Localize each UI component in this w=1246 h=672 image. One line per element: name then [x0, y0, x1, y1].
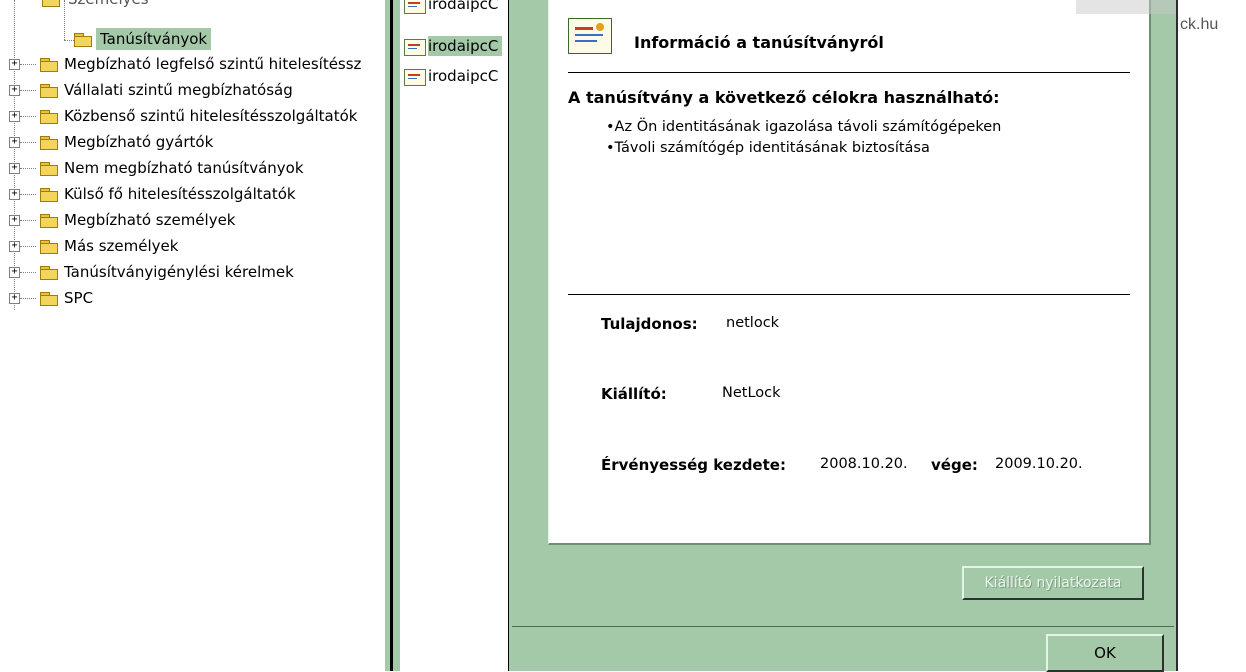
owner-value: netlock — [726, 315, 780, 331]
folder-icon — [40, 136, 58, 150]
validity-end: 2009.10.20. — [995, 456, 1083, 472]
tree-connector-line — [14, 0, 16, 310]
issuer-label: Kiállító: — [601, 385, 667, 403]
certificate-icon — [404, 0, 426, 14]
certificate-icon — [404, 39, 426, 56]
tree-connector-line — [20, 298, 36, 300]
list-item-label: irodaipcC — [428, 67, 499, 85]
tree-connector-line — [20, 246, 36, 248]
list-item-label: irodaipcC — [428, 36, 503, 56]
certificate-list: irodaipcC irodaipcC irodaipcC — [400, 0, 508, 671]
folder-icon — [40, 110, 58, 124]
folder-icon — [40, 266, 58, 280]
background-fragment — [1076, 0, 1176, 14]
tree-item-label: Nem megbízható tanúsítványok — [64, 159, 304, 177]
issuer-value: NetLock — [722, 385, 781, 401]
tree-item-label: Vállalati szintű megbízhatóság — [64, 81, 293, 99]
expand-icon[interactable]: + — [9, 189, 20, 200]
expand-icon[interactable]: + — [9, 163, 20, 174]
folder-icon — [40, 58, 58, 72]
tree-item-label: Megbízható személyek — [64, 211, 236, 229]
folder-icon — [40, 214, 58, 228]
folder-icon — [40, 240, 58, 254]
ok-button[interactable]: OK — [1046, 634, 1164, 672]
certificate-info-icon — [568, 18, 612, 54]
list-item[interactable]: irodaipcC — [404, 0, 508, 14]
divider — [512, 626, 1174, 627]
validity-label: Érvényesség kezdete: — [601, 456, 786, 474]
tree-item-label: SPC — [64, 289, 94, 307]
purpose-item: •Távoli számítógép identitásának biztosí… — [606, 140, 930, 156]
splitter — [393, 0, 400, 671]
tree-connector-line — [20, 220, 36, 222]
folder-icon — [40, 84, 58, 98]
tree-item-label: Tanúsítványok — [96, 28, 212, 50]
purpose-heading: A tanúsítvány a következő célokra haszná… — [568, 88, 1000, 107]
info-title: Információ a tanúsítványról — [634, 33, 884, 52]
owner-label: Tulajdonos: — [601, 315, 698, 333]
tree-item-label: Közbenső szintű hitelesítésszolgáltatók — [64, 107, 358, 125]
tree-connector-line — [20, 168, 36, 170]
validity-start: 2008.10.20. — [820, 456, 908, 472]
expand-icon[interactable]: + — [9, 267, 20, 278]
list-item-label: irodaipcC — [428, 0, 499, 13]
tree-connector-line — [20, 142, 36, 144]
validity-end-label: vége: — [931, 456, 978, 474]
tree-item-label: Megbízható legfelső szintű hitelesítéssz — [64, 55, 362, 73]
tree-connector-line — [20, 194, 36, 196]
folder-icon — [42, 0, 60, 7]
expand-icon[interactable]: + — [9, 137, 20, 148]
background-site-text: ck.hu — [1180, 16, 1219, 33]
expand-icon[interactable]: + — [9, 111, 20, 122]
tree-item-label: Tanúsítványigénylési kérelmek — [64, 263, 294, 281]
tree-item-label: Megbízható gyártók — [64, 133, 214, 151]
tree-item-label: Személyes — [68, 0, 149, 10]
expand-icon[interactable]: + — [9, 293, 20, 304]
purpose-item: •Az Ön identitásának igazolása távoli sz… — [606, 119, 1002, 135]
tree-item-label: Külső fő hitelesítésszolgáltatók — [64, 185, 296, 203]
certificate-icon — [404, 69, 426, 86]
tree-connector-line — [20, 116, 36, 118]
issuer-statement-button[interactable]: Kiállító nyilatkozata — [962, 566, 1144, 600]
expand-icon[interactable]: + — [9, 59, 20, 70]
tree-item-label: Más személyek — [64, 237, 179, 255]
certificate-store-tree: Személyes Tanúsítványok + Megbízható legf… — [0, 0, 385, 671]
list-item[interactable]: irodaipcC — [404, 36, 508, 56]
divider — [568, 294, 1130, 295]
tree-connector-line — [20, 64, 36, 66]
folder-icon — [40, 162, 58, 176]
open-folder-icon — [74, 33, 92, 47]
tree-connector-line — [64, 40, 74, 42]
expand-icon[interactable]: + — [9, 215, 20, 226]
dialog-border — [1176, 0, 1178, 671]
expand-icon[interactable]: + — [9, 241, 20, 252]
tree-connector-line — [20, 90, 36, 92]
tree-connector-line — [64, 0, 66, 40]
list-item[interactable]: irodaipcC — [404, 66, 508, 86]
folder-icon — [40, 292, 58, 306]
divider — [568, 72, 1130, 73]
folder-icon — [40, 188, 58, 202]
expand-icon[interactable]: + — [9, 85, 20, 96]
tree-connector-line — [20, 272, 36, 274]
